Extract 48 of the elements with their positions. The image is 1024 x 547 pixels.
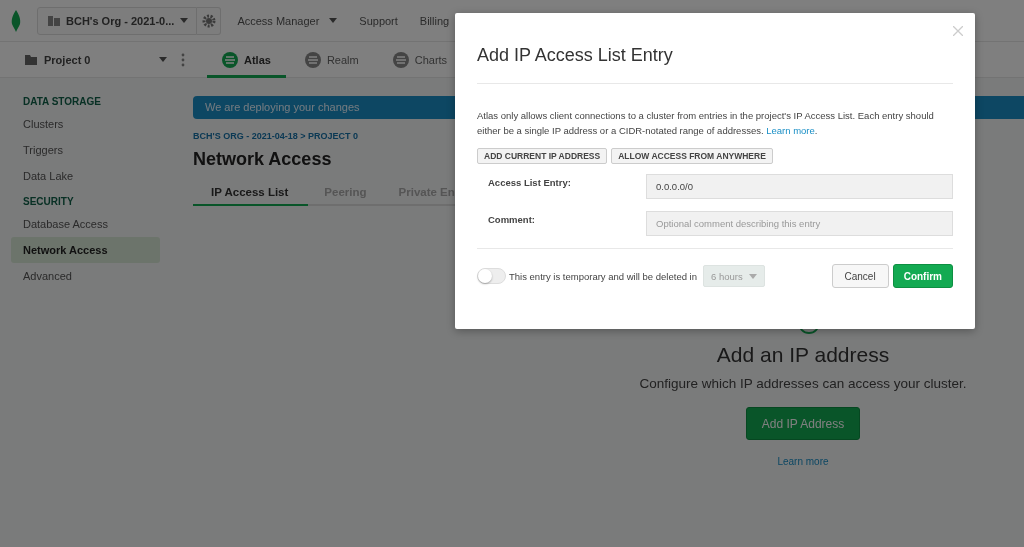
field-label: Comment:	[488, 213, 536, 225]
page-tab[interactable]: IP Access List	[193, 186, 309, 206]
cancel-button[interactable]: Cancel	[831, 264, 889, 288]
settings-icon	[201, 13, 216, 28]
learn-more-link[interactable]: Learn more	[777, 456, 829, 467]
sidebar-item[interactable]: Network Access	[11, 237, 160, 263]
confirm-button[interactable]: Confirm	[892, 264, 953, 288]
more-icon[interactable]	[181, 52, 185, 67]
caret-icon	[749, 273, 757, 279]
close-icon[interactable]	[953, 26, 963, 36]
nav-link[interactable]: Support	[359, 14, 398, 27]
page-title: Network Access	[193, 149, 332, 170]
leaf-logo-icon[interactable]	[11, 9, 21, 32]
nav-link[interactable]: Access Manager	[237, 14, 338, 27]
input-field[interactable]: Optional comment describing this entry	[646, 211, 953, 236]
empty-state-text: Configure which IP addresses can access your cluster.	[639, 376, 967, 391]
folder-icon	[25, 54, 37, 65]
section-heading: SECURITY	[22, 196, 75, 207]
dialog-title: Add IP Access List Entry	[477, 45, 674, 66]
sidebar-item[interactable]: Advanced	[11, 263, 160, 289]
quick-add-button[interactable]: ALLOW ACCESS FROM ANYWHERE	[611, 148, 773, 164]
nav-link[interactable]: Billing	[419, 14, 450, 27]
sidebar-item[interactable]: Triggers	[11, 137, 160, 163]
circle-logo-icon	[304, 51, 321, 68]
circle-logo-icon	[392, 51, 409, 68]
project-name: Project 0	[44, 53, 92, 66]
product-tab[interactable]: Atlas	[207, 41, 286, 78]
breadcrumb[interactable]: BCH'S ORG - 2021-04-18 > PROJECT 0	[193, 131, 358, 141]
sidebar-item[interactable]: Data Lake	[11, 163, 160, 189]
input-field[interactable]: 0.0.0.0/0	[646, 174, 953, 199]
building-icon	[48, 15, 60, 26]
quick-add-button[interactable]: ADD CURRENT IP ADDRESS	[477, 148, 608, 164]
project-selector[interactable]: Project 0	[0, 53, 167, 66]
organization-name: BCH's Org - 2021-0...	[66, 14, 175, 27]
circle-logo-icon	[222, 51, 238, 68]
settings-button[interactable]	[197, 6, 222, 35]
empty-state-title: Add an IP address	[716, 343, 890, 367]
field-label: Access List Entry:	[488, 176, 572, 188]
product-tab[interactable]: Realm	[289, 41, 374, 78]
caret-icon	[159, 57, 167, 62]
section-heading: DATA STORAGE	[22, 96, 102, 107]
caret-icon	[180, 18, 189, 23]
organization-selector[interactable]: BCH's Org - 2021-0...	[37, 6, 198, 35]
add-ip-button[interactable]: Add IP Address	[745, 407, 861, 440]
sidebar-item[interactable]: Clusters	[11, 111, 160, 137]
sidebar-item[interactable]: Database Access	[11, 211, 160, 237]
temporary-label: This entry is temporary and will be deleted in	[509, 270, 697, 282]
learn-more-link[interactable]: Learn more	[766, 125, 815, 136]
